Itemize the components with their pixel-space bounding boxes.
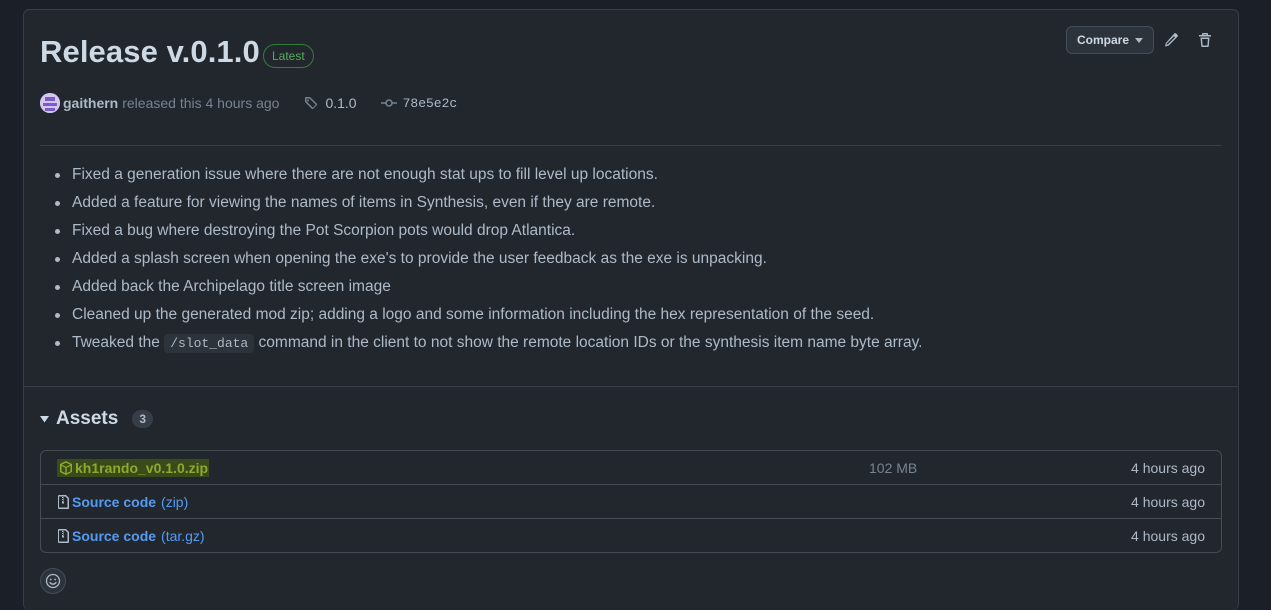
tag-icon xyxy=(305,97,318,110)
compare-button[interactable]: Compare xyxy=(1065,26,1154,54)
file-zip-icon xyxy=(58,528,69,543)
add-reaction-button[interactable] xyxy=(40,568,66,594)
assets-toggle[interactable]: Assets 3 xyxy=(40,408,154,430)
release-meta: gaithern released this 4 hours ago 0.1.0… xyxy=(40,93,457,113)
note-item: Fixed a bug where destroying the Pot Sco… xyxy=(55,218,923,246)
asset-suffix: (tar.gz) xyxy=(161,527,205,544)
released-text: released this 4 hours ago xyxy=(122,95,280,111)
asset-time: 4 hours ago xyxy=(1131,527,1205,544)
commit-link[interactable]: 78e5e2c xyxy=(380,95,458,111)
git-commit-icon xyxy=(380,99,397,107)
author-link[interactable]: gaithern xyxy=(63,95,118,111)
note-item: Added a feature for viewing the names of… xyxy=(55,190,923,218)
note-item: Fixed a generation issue where there are… xyxy=(55,162,923,190)
asset-time: 4 hours ago xyxy=(1131,459,1205,476)
smiley-icon xyxy=(45,573,61,589)
asset-name: Source code xyxy=(72,493,157,510)
asset-size: 102 MB xyxy=(869,459,918,476)
asset-row: Source code (zip) 4 hours ago xyxy=(41,484,1221,518)
compare-label: Compare xyxy=(1076,33,1129,47)
asset-link[interactable]: Source code (tar.gz) xyxy=(57,528,205,544)
release-title[interactable]: Release v.0.1.0 xyxy=(40,34,260,70)
triangle-down-icon xyxy=(40,416,49,423)
tag-label: 0.1.0 xyxy=(325,95,357,111)
note-text-before: Tweaked the xyxy=(72,334,160,351)
note-item: Added a splash screen when opening the e… xyxy=(55,246,923,274)
assets-count: 3 xyxy=(132,410,154,428)
asset-time: 4 hours ago xyxy=(1131,493,1205,510)
commit-hash: 78e5e2c xyxy=(402,95,458,111)
assets-title: Assets xyxy=(56,408,119,429)
section-divider xyxy=(24,386,1238,387)
header-divider xyxy=(40,145,1222,146)
caret-down-icon xyxy=(1135,37,1143,43)
trash-icon[interactable] xyxy=(1188,26,1222,54)
asset-suffix: (zip) xyxy=(161,493,189,510)
latest-badge: Latest xyxy=(263,44,314,68)
package-icon xyxy=(60,460,72,475)
note-item: Added back the Archipelago title screen … xyxy=(55,274,923,302)
assets-list: kh1rando_v0.1.0.zip 102 MB 4 hours ago S… xyxy=(40,450,1222,553)
release-notes: Fixed a generation issue where there are… xyxy=(55,162,923,358)
release-toolbar: Compare xyxy=(1065,26,1222,54)
note-item: Tweaked the /slot_data command in the cl… xyxy=(55,330,923,358)
inline-code: /slot_data xyxy=(164,334,255,353)
note-item: Cleaned up the generated mod zip; adding… xyxy=(55,302,923,330)
asset-row: kh1rando_v0.1.0.zip 102 MB 4 hours ago xyxy=(41,451,1221,484)
asset-name: kh1rando_v0.1.0.zip xyxy=(75,459,209,476)
release-card: Release v.0.1.0 Latest Compare gaithern … xyxy=(23,9,1239,610)
file-zip-icon xyxy=(58,494,69,509)
asset-link[interactable]: Source code (zip) xyxy=(57,494,188,510)
asset-link[interactable]: kh1rando_v0.1.0.zip xyxy=(57,458,210,477)
pencil-icon[interactable] xyxy=(1154,26,1188,54)
avatar[interactable] xyxy=(40,93,60,113)
tag-link[interactable]: 0.1.0 xyxy=(303,95,357,111)
note-text-after: command in the client to not show the re… xyxy=(258,334,923,351)
asset-name: Source code xyxy=(72,527,157,544)
asset-row: Source code (tar.gz) 4 hours ago xyxy=(41,518,1221,552)
